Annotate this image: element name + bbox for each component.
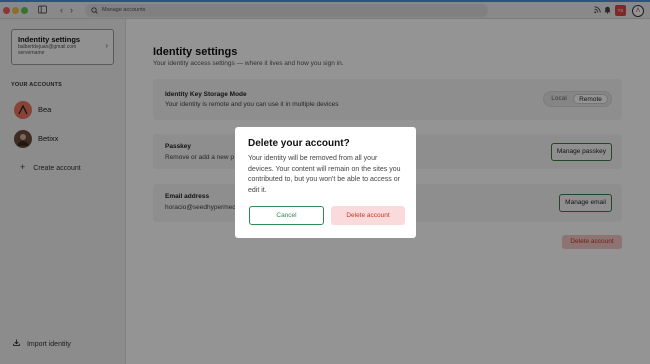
cancel-button[interactable]: Cancel xyxy=(249,206,324,225)
dialog-body: Your identity will be removed from all y… xyxy=(248,155,401,194)
dialog-title: Delete your account? xyxy=(248,138,350,149)
confirm-delete-button[interactable]: Delete account xyxy=(331,206,405,225)
delete-account-dialog: Delete your account? Your identity will … xyxy=(235,127,416,238)
